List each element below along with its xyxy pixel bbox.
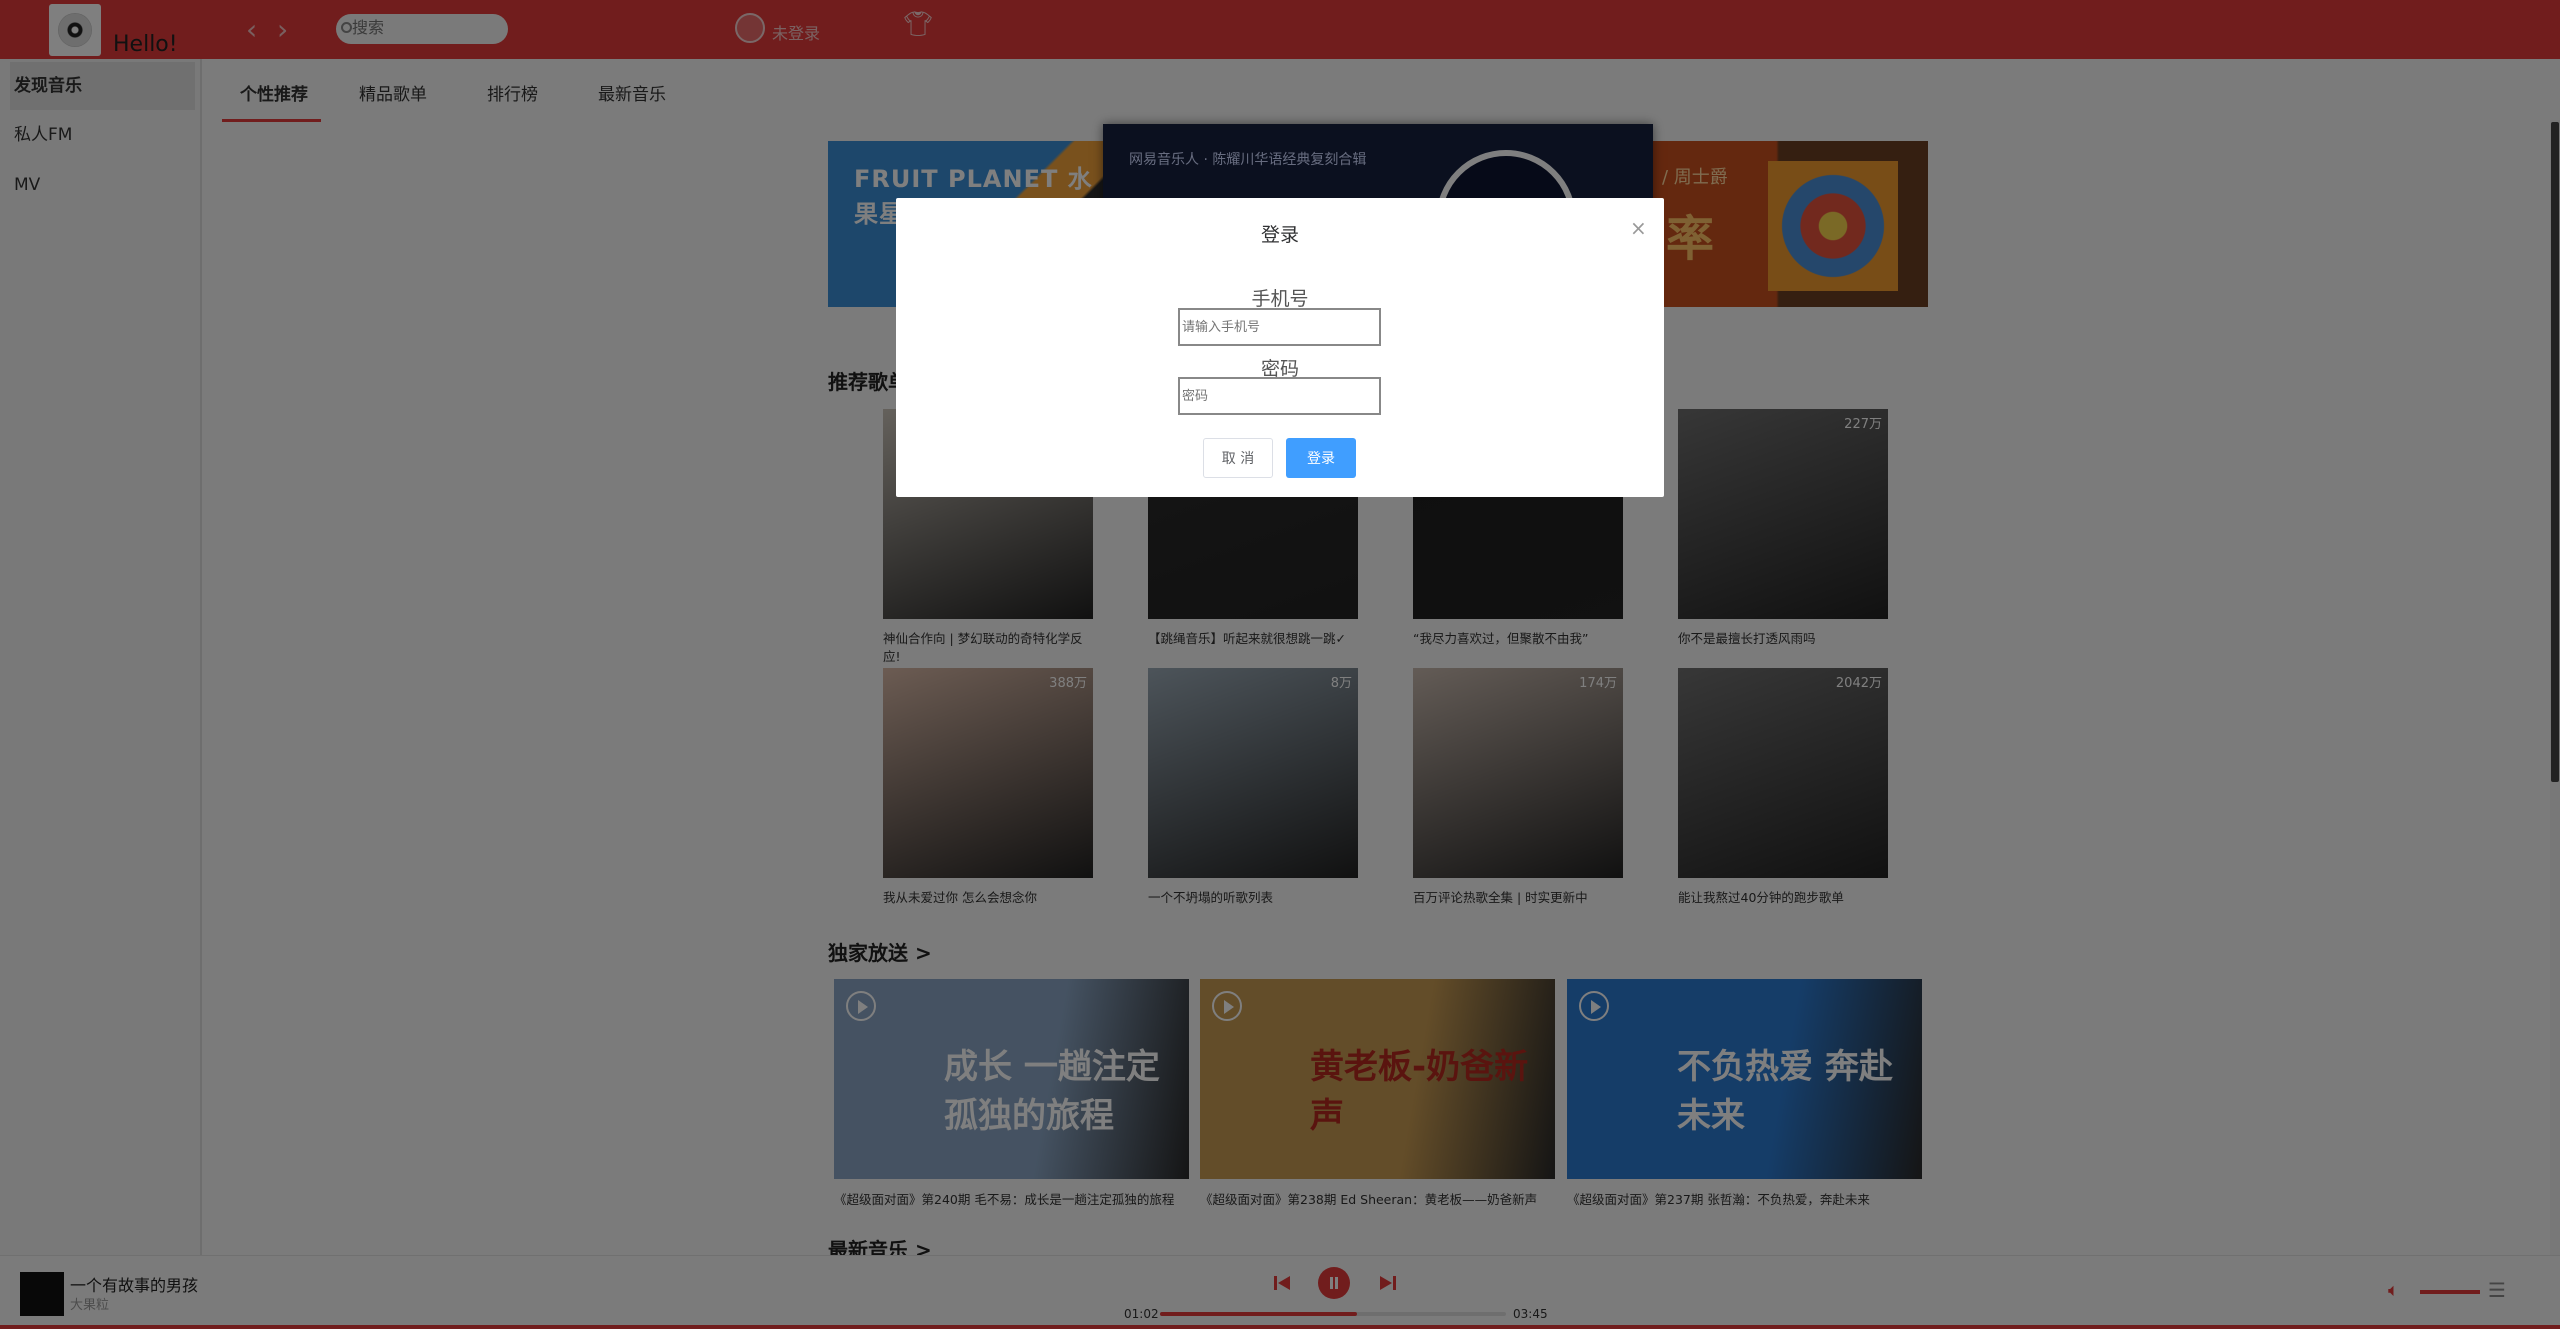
- phone-input[interactable]: [1178, 308, 1381, 346]
- close-icon[interactable]: ×: [1630, 218, 1647, 238]
- dialog-title: 登录: [1260, 224, 1299, 246]
- phone-label: 手机号: [1251, 288, 1309, 310]
- login-dialog: 登录 × 手机号 密码 取 消 登录: [896, 198, 1664, 497]
- password-input[interactable]: [1178, 377, 1381, 415]
- login-button[interactable]: 登录: [1286, 438, 1356, 478]
- cancel-button[interactable]: 取 消: [1203, 438, 1273, 478]
